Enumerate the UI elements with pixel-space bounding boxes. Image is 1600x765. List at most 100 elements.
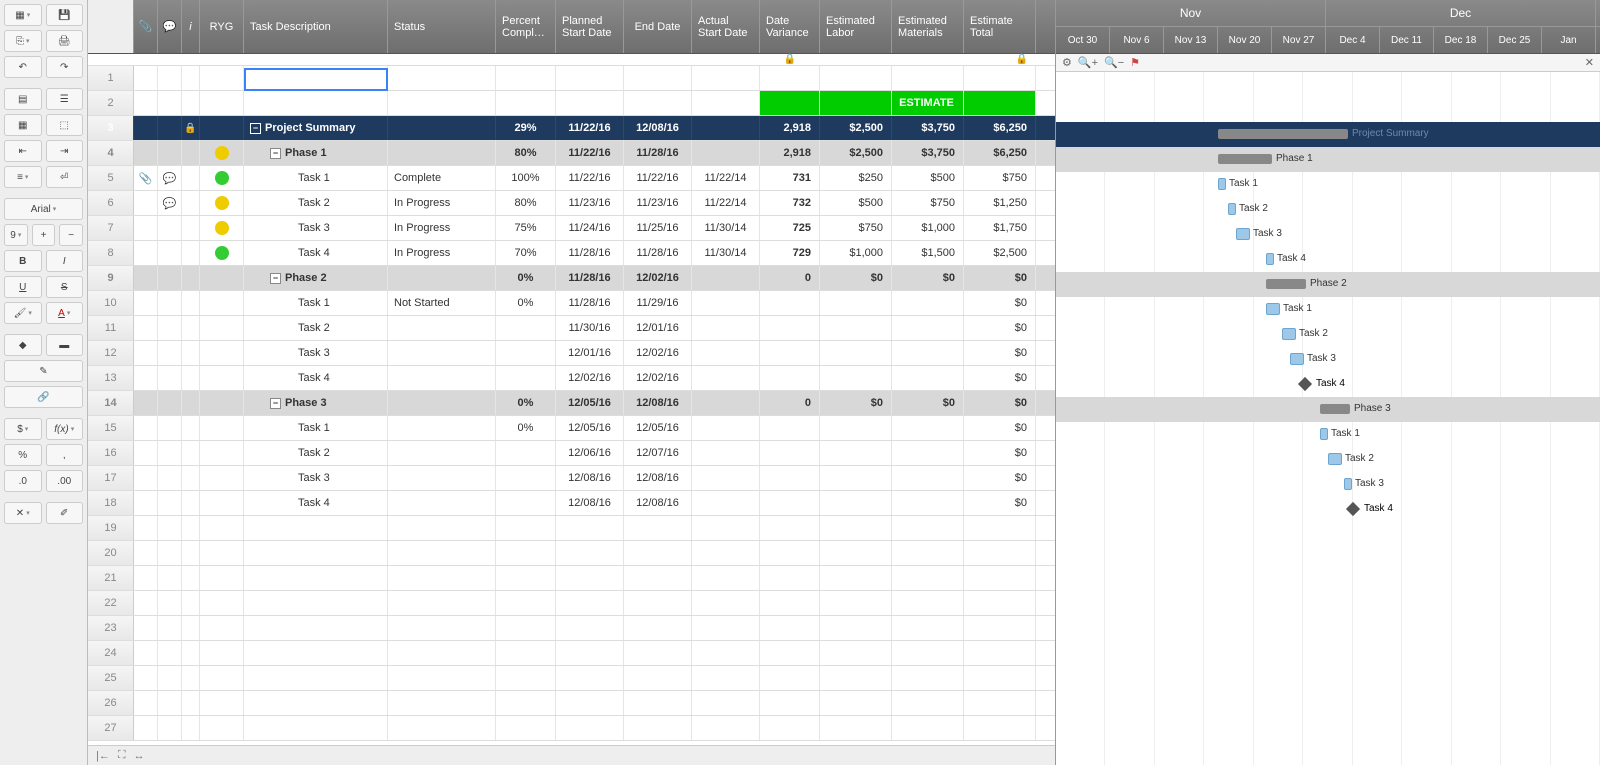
info-cell[interactable] — [182, 416, 200, 440]
ryg-cell[interactable] — [200, 466, 244, 490]
status-cell[interactable] — [388, 716, 496, 740]
variance-cell[interactable] — [760, 466, 820, 490]
materials-cell[interactable]: $500 — [892, 166, 964, 190]
task-cell[interactable]: Task 2 — [244, 441, 388, 465]
status-cell[interactable] — [388, 266, 496, 290]
planned-start-cell[interactable]: 11/22/16 — [556, 141, 624, 165]
gantt-row[interactable] — [1056, 572, 1600, 597]
labor-cell[interactable]: $2,500 — [820, 141, 892, 165]
percent-cell[interactable] — [496, 366, 556, 390]
gantt-week[interactable]: Jan — [1542, 27, 1596, 53]
table-row[interactable]: 12Task 312/01/1612/02/16$0 — [88, 341, 1055, 366]
actual-start-cell[interactable] — [692, 366, 760, 390]
row-number[interactable]: 27 — [88, 716, 134, 740]
status-cell[interactable]: In Progress — [388, 241, 496, 265]
labor-cell[interactable] — [820, 541, 892, 565]
info-cell[interactable] — [182, 541, 200, 565]
percent-button[interactable]: % — [4, 444, 42, 466]
gantt-row[interactable]: Phase 2 — [1056, 272, 1600, 297]
end-date-cell[interactable]: 11/22/16 — [624, 166, 692, 190]
row-number[interactable]: 8 — [88, 241, 134, 265]
materials-cell[interactable]: $0 — [892, 391, 964, 415]
indent-button[interactable]: ⇥ — [46, 140, 84, 162]
info-cell[interactable] — [182, 566, 200, 590]
actual-start-cell[interactable] — [692, 541, 760, 565]
planned-start-cell[interactable]: 11/28/16 — [556, 291, 624, 315]
ryg-cell[interactable] — [200, 166, 244, 190]
percent-column-header[interactable]: Percent Compl… — [496, 0, 556, 53]
table-row[interactable]: 15Task 10%12/05/1612/05/16$0 — [88, 416, 1055, 441]
status-cell[interactable] — [388, 141, 496, 165]
percent-cell[interactable]: 29% — [496, 116, 556, 140]
info-cell[interactable] — [182, 241, 200, 265]
conditional-format-button[interactable]: ◆ — [4, 334, 42, 356]
percent-cell[interactable] — [496, 316, 556, 340]
total-cell[interactable] — [964, 691, 1036, 715]
task-cell[interactable] — [244, 516, 388, 540]
variance-cell[interactable] — [760, 541, 820, 565]
actual-start-cell[interactable]: 11/30/14 — [692, 216, 760, 240]
variance-cell[interactable] — [760, 591, 820, 615]
attach-cell[interactable] — [134, 591, 158, 615]
calendar-view-button[interactable]: ▦ — [4, 114, 42, 136]
labor-cell[interactable] — [820, 91, 892, 115]
task-cell[interactable]: Task 3 — [244, 466, 388, 490]
comment-cell[interactable] — [158, 141, 182, 165]
attach-cell[interactable] — [134, 216, 158, 240]
comment-cell[interactable]: 💬 — [158, 191, 182, 215]
fill-color-button[interactable]: 🖌 — [4, 302, 42, 324]
planned-start-cell[interactable]: 11/28/16 — [556, 266, 624, 290]
materials-cell[interactable] — [892, 316, 964, 340]
actual-start-cell[interactable]: 11/30/14 — [692, 241, 760, 265]
ryg-cell[interactable] — [200, 666, 244, 690]
comment-cell[interactable] — [158, 416, 182, 440]
attach-cell[interactable]: 📎 — [134, 166, 158, 190]
task-cell[interactable] — [244, 616, 388, 640]
attach-cell[interactable] — [134, 341, 158, 365]
ryg-cell[interactable] — [200, 691, 244, 715]
gantt-view-button[interactable]: ☰ — [46, 88, 84, 110]
percent-cell[interactable] — [496, 91, 556, 115]
percent-cell[interactable] — [496, 516, 556, 540]
comment-cell[interactable] — [158, 66, 182, 90]
percent-cell[interactable] — [496, 691, 556, 715]
planned-start-cell[interactable] — [556, 91, 624, 115]
end-date-cell[interactable]: 12/02/16 — [624, 266, 692, 290]
gantt-chart[interactable]: NovDec Oct 30Nov 6Nov 13Nov 20Nov 27Dec … — [1056, 0, 1600, 765]
planned-start-cell[interactable]: 11/23/16 — [556, 191, 624, 215]
planned-start-cell[interactable]: 12/08/16 — [556, 466, 624, 490]
attach-cell[interactable] — [134, 91, 158, 115]
actual-start-cell[interactable] — [692, 666, 760, 690]
actual-start-cell[interactable] — [692, 91, 760, 115]
gantt-bar[interactable]: Phase 1 — [1218, 154, 1272, 164]
outdent-button[interactable]: ⇤ — [4, 140, 42, 162]
end-date-cell[interactable] — [624, 566, 692, 590]
percent-cell[interactable]: 0% — [496, 291, 556, 315]
comment-cell[interactable] — [158, 516, 182, 540]
total-cell[interactable]: $0 — [964, 316, 1036, 340]
task-cell[interactable]: −Phase 3 — [244, 391, 388, 415]
gantt-row[interactable] — [1056, 597, 1600, 622]
status-cell[interactable] — [388, 616, 496, 640]
percent-cell[interactable] — [496, 716, 556, 740]
comment-cell[interactable] — [158, 466, 182, 490]
labor-cell[interactable] — [820, 316, 892, 340]
table-row[interactable]: 8Task 4In Progress70%11/28/1611/28/1611/… — [88, 241, 1055, 266]
gantt-row[interactable] — [1056, 697, 1600, 722]
attach-cell[interactable] — [134, 491, 158, 515]
info-cell[interactable] — [182, 691, 200, 715]
comment-cell[interactable]: 💬 — [158, 166, 182, 190]
variance-cell[interactable] — [760, 366, 820, 390]
labor-column-header[interactable]: Estimated Labor — [820, 0, 892, 53]
info-cell[interactable] — [182, 66, 200, 90]
actual-start-cell[interactable]: 11/22/14 — [692, 191, 760, 215]
ryg-column-header[interactable]: RYG — [200, 0, 244, 53]
table-row[interactable]: 18Task 412/08/1612/08/16$0 — [88, 491, 1055, 516]
labor-cell[interactable] — [820, 591, 892, 615]
planned-start-cell[interactable]: 12/08/16 — [556, 491, 624, 515]
labor-cell[interactable]: $2,500 — [820, 116, 892, 140]
percent-cell[interactable] — [496, 341, 556, 365]
table-row[interactable]: 13Task 412/02/1612/02/16$0 — [88, 366, 1055, 391]
planned-start-cell[interactable]: 12/02/16 — [556, 366, 624, 390]
table-row[interactable]: 9−Phase 20%11/28/1612/02/160$0$0$0 — [88, 266, 1055, 291]
